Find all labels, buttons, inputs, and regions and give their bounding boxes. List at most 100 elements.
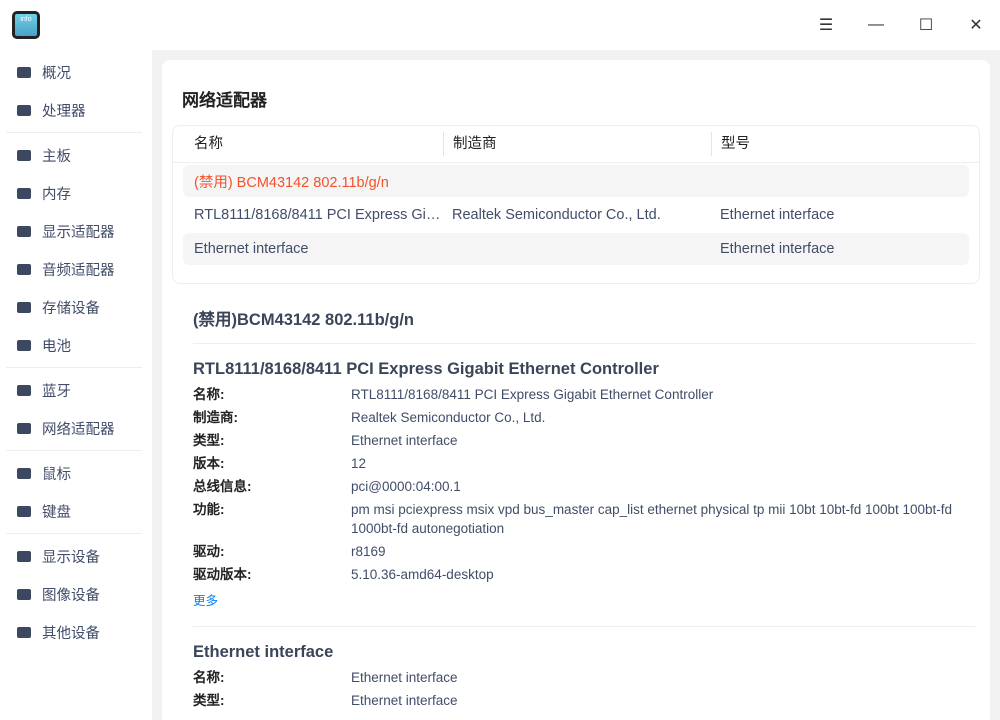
sidebar-item-label: 处理器 xyxy=(42,103,86,120)
sidebar-item-label: 鼠标 xyxy=(42,466,71,483)
detail-ethernet: Ethernet interface 名称: Ethernet interface 类… xyxy=(193,643,975,714)
network-icon xyxy=(16,421,32,435)
camera-icon xyxy=(16,587,32,601)
field-label: 名称: xyxy=(193,387,225,402)
field-value: Ethernet interface xyxy=(351,693,458,708)
sidebar-item-mouse[interactable]: 鼠标 xyxy=(0,454,152,492)
sidebar-item-label: 键盘 xyxy=(42,504,71,521)
detail-field: 类型: Ethernet interface xyxy=(193,691,975,710)
field-label: 总线信息: xyxy=(193,479,252,494)
sidebar-divider xyxy=(6,132,142,133)
field-value: 12 xyxy=(351,456,367,471)
field-label: 制造商: xyxy=(193,410,238,425)
sidebar-item-storage[interactable]: 存储设备 xyxy=(0,288,152,326)
sidebar-item-label: 蓝牙 xyxy=(42,383,71,400)
table-row[interactable]: (禁用) BCM43142 802.11b/g/n xyxy=(183,165,969,197)
detail-field: 功能: pm msi pciexpress msix vpd bus_master… xyxy=(193,500,975,538)
field-value: Ethernet interface xyxy=(351,670,458,685)
detail-field: 总线信息: pci@0000:04:00.1 xyxy=(193,477,975,496)
detail-field: 类型: Ethernet interface xyxy=(193,431,975,450)
detail-field: 制造商: Realtek Semiconductor Co., Ltd. xyxy=(193,408,975,427)
detail-field: 驱动: r8169 xyxy=(193,542,975,561)
memory-icon xyxy=(16,186,32,200)
sidebar-item-label: 网络适配器 xyxy=(42,421,115,438)
sidebar: 概况处理器主板内存显示适配器音频适配器存储设备电池蓝牙网络适配器鼠标键盘显示设备… xyxy=(0,50,152,720)
detail-disabled-wifi: (禁用)BCM43142 802.11b/g/n xyxy=(193,306,975,336)
column-header-vendor[interactable]: 制造商 xyxy=(443,132,711,156)
sidebar-item-label: 存储设备 xyxy=(42,300,100,317)
mouse-icon xyxy=(16,466,32,480)
menu-button[interactable]: ☰ xyxy=(811,10,841,40)
detail-field: 名称: Ethernet interface xyxy=(193,668,975,687)
sidebar-item-bluetooth[interactable]: 蓝牙 xyxy=(0,371,152,409)
field-value: RTL8111/8168/8411 PCI Express Gigabit Et… xyxy=(351,387,714,402)
device-table: 名称 制造商 型号 (禁用) BCM43142 802.11b/g/n RTL8… xyxy=(172,125,980,284)
main-panel: 网络适配器 名称 制造商 型号 (禁用) BCM43142 802.11b/g/… xyxy=(162,60,990,720)
field-value: r8169 xyxy=(351,544,386,559)
battery-icon xyxy=(16,338,32,352)
field-label: 功能: xyxy=(193,502,225,517)
cell-model: Ethernet interface xyxy=(720,241,835,257)
cell-model: Ethernet interface xyxy=(720,207,835,223)
sidebar-item-audio[interactable]: 音频适配器 xyxy=(0,250,152,288)
detail-title: RTL8111/8168/8411 PCI Express Gigabit Et… xyxy=(193,360,659,378)
sidebar-item-other-device[interactable]: 其他设备 xyxy=(0,613,152,651)
field-value: 5.10.36-amd64-desktop xyxy=(351,567,494,582)
sidebar-divider xyxy=(6,533,142,534)
title-bar: info ☰ — ☐ ✕ xyxy=(0,0,1000,50)
cell-vendor: Realtek Semiconductor Co., Ltd. xyxy=(452,207,661,223)
sidebar-item-network[interactable]: 网络适配器 xyxy=(0,409,152,447)
table-row[interactable]: RTL8111/8168/8411 PCI Express Gigabit Et… xyxy=(183,199,969,231)
sidebar-item-keyboard[interactable]: 键盘 xyxy=(0,492,152,530)
sidebar-item-memory[interactable]: 内存 xyxy=(0,174,152,212)
motherboard-icon xyxy=(16,148,32,162)
sidebar-item-motherboard[interactable]: 主板 xyxy=(0,136,152,174)
table-row[interactable]: Ethernet interface Ethernet interface xyxy=(183,233,969,265)
keyboard-icon xyxy=(16,504,32,518)
field-value: pm msi pciexpress msix vpd bus_master ca… xyxy=(351,502,953,536)
sidebar-item-monitor[interactable]: 显示设备 xyxy=(0,537,152,575)
field-label: 驱动版本: xyxy=(193,567,252,582)
sidebar-divider xyxy=(6,367,142,368)
field-label: 类型: xyxy=(193,433,225,448)
sidebar-item-label: 显示适配器 xyxy=(42,224,115,241)
sidebar-item-camera[interactable]: 图像设备 xyxy=(0,575,152,613)
close-button[interactable]: ✕ xyxy=(961,10,991,40)
bluetooth-icon xyxy=(16,383,32,397)
storage-icon xyxy=(16,300,32,314)
cell-name: Ethernet interface xyxy=(194,241,309,257)
app-logo-icon: info xyxy=(12,11,40,39)
sidebar-item-label: 内存 xyxy=(42,186,71,203)
divider xyxy=(193,626,975,627)
field-label: 名称: xyxy=(193,670,225,685)
other-device-icon xyxy=(16,625,32,639)
sidebar-item-label: 图像设备 xyxy=(42,587,100,604)
field-value: pci@0000:04:00.1 xyxy=(351,479,461,494)
page-title: 网络适配器 xyxy=(182,91,267,110)
field-label: 驱动: xyxy=(193,544,225,559)
sidebar-divider xyxy=(6,450,142,451)
sidebar-item-battery[interactable]: 电池 xyxy=(0,326,152,364)
sidebar-item-overview[interactable]: 概况 xyxy=(0,53,152,91)
sidebar-item-cpu[interactable]: 处理器 xyxy=(0,91,152,129)
monitor-icon xyxy=(16,549,32,563)
column-header-name[interactable]: 名称 xyxy=(173,132,443,156)
field-label: 类型: xyxy=(193,693,225,708)
more-link[interactable]: 更多 xyxy=(193,590,975,609)
sidebar-item-label: 主板 xyxy=(42,148,71,165)
field-value: Ethernet interface xyxy=(351,433,458,448)
sidebar-item-label: 概况 xyxy=(42,65,71,82)
sidebar-item-label: 电池 xyxy=(42,338,71,355)
logo-text: info xyxy=(15,14,37,36)
detail-title: (禁用)BCM43142 802.11b/g/n xyxy=(193,311,414,329)
table-header: 名称 制造商 型号 xyxy=(173,126,979,163)
column-header-model[interactable]: 型号 xyxy=(711,132,979,156)
sidebar-item-display-adapter[interactable]: 显示适配器 xyxy=(0,212,152,250)
minimize-button[interactable]: — xyxy=(861,10,891,40)
detail-field: 版本: 12 xyxy=(193,454,975,473)
sidebar-item-label: 音频适配器 xyxy=(42,262,115,279)
detail-title: Ethernet interface xyxy=(193,643,334,661)
sidebar-item-label: 显示设备 xyxy=(42,549,100,566)
maximize-button[interactable]: ☐ xyxy=(911,10,941,40)
cell-name: RTL8111/8168/8411 PCI Express Gigabit Et… xyxy=(194,207,441,223)
